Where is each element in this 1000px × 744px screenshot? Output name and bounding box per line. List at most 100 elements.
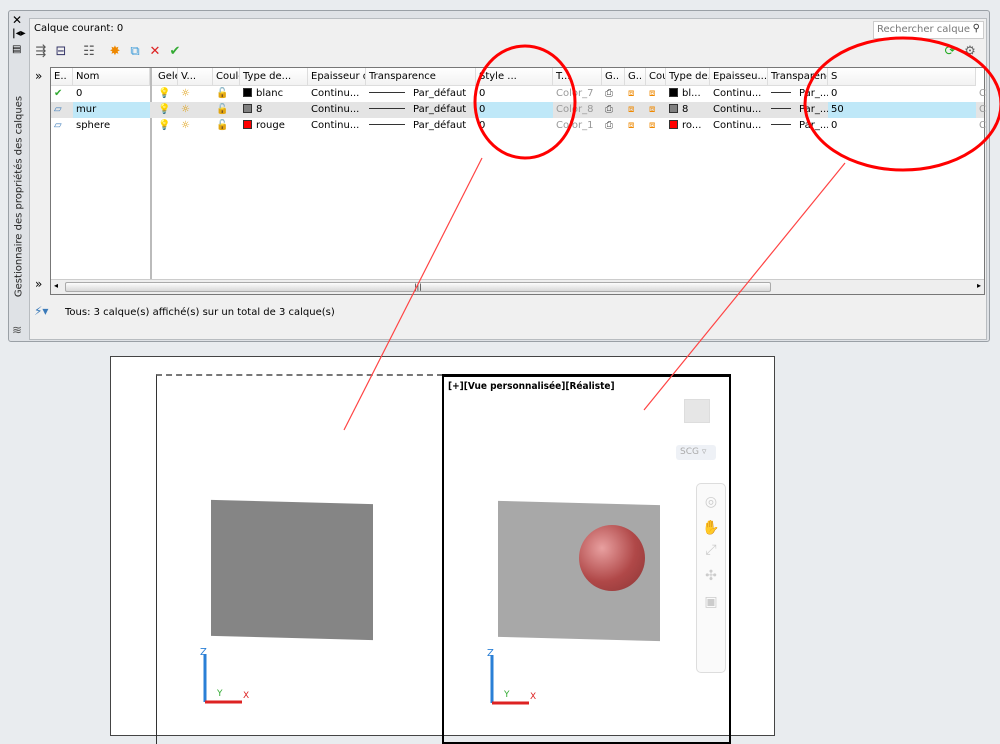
linetype-cell[interactable]: Continu... (308, 118, 366, 134)
column-header[interactable]: Epaisseu... (710, 68, 768, 86)
column-header[interactable]: Coul... (646, 68, 666, 86)
new-vp-frozen-layer-icon[interactable]: ⧉ (126, 44, 144, 59)
status-cell[interactable]: ▱ (51, 118, 73, 134)
column-header[interactable]: Epaisseur de ligne (308, 68, 366, 86)
plot-printer-cell[interactable]: ⎙ (602, 86, 625, 102)
lineweight-cell[interactable]: Par_défaut (366, 86, 476, 102)
vp-linetype-cell[interactable]: Continu... (710, 118, 768, 134)
vp-transparency-cell[interactable]: 0 (828, 118, 976, 134)
on-bulb-cell[interactable]: 💡 (155, 102, 178, 118)
vp-freeze-cell[interactable]: ⧈ (646, 86, 666, 102)
thaw-sun-cell[interactable]: ☼ (178, 102, 213, 118)
status-cell[interactable]: ▱ (51, 102, 73, 118)
column-header[interactable]: G.. (602, 68, 625, 86)
vp-freeze-cell[interactable]: ⧈ (625, 86, 646, 102)
transparency-cell[interactable]: 0 (476, 86, 553, 102)
s-cell[interactable]: C (976, 102, 993, 118)
name-cell[interactable]: sphere (73, 118, 150, 134)
color-cell[interactable]: rouge (240, 118, 308, 134)
column-header[interactable]: E.. (51, 68, 73, 86)
column-header[interactable]: V... (178, 68, 213, 86)
unlock-cell[interactable]: 🔓 (213, 86, 240, 102)
column-header[interactable]: Style ... (476, 68, 553, 86)
viewport-right[interactable]: [+][Vue personnalisée][Réaliste] SCG ▿ ◎… (442, 374, 731, 744)
name-cell[interactable]: mur (73, 102, 150, 118)
linetype-cell[interactable]: Continu... (308, 102, 366, 118)
transparency-cell[interactable]: 0 (476, 118, 553, 134)
vp-lineweight-cell[interactable]: Par_... (768, 118, 828, 134)
properties-icon[interactable]: ▤ (12, 44, 21, 55)
layer-row-mur[interactable]: ▱ mur 💡 ☼ 🔓 8 Continu... Par_défaut 0 Color_8 ⎙ ⧈ ⧈ 8… (51, 102, 986, 118)
showmotion-icon[interactable]: ▣ (697, 594, 725, 610)
on-bulb-cell[interactable]: 💡 (155, 86, 178, 102)
vp-transparency-cell[interactable]: 0 (828, 86, 976, 102)
vp-freeze-cell[interactable]: ⧈ (625, 118, 646, 134)
refresh-icon[interactable]: ⟳ (941, 44, 959, 59)
column-header[interactable]: Couleur (213, 68, 240, 86)
new-property-filter-icon[interactable]: ⇶ (32, 44, 50, 59)
transparency-cell[interactable]: 0 (476, 102, 553, 118)
vp-lineweight-cell[interactable]: Par_... (768, 102, 828, 118)
plotstyle-cell[interactable]: Color_8 (553, 102, 602, 118)
column-header[interactable]: Type de... (240, 68, 308, 86)
plotstyle-cell[interactable]: Color_7 (553, 86, 602, 102)
plot-printer-cell[interactable]: ⎙ (602, 102, 625, 118)
new-group-filter-icon[interactable]: ⊟ (52, 44, 70, 59)
search-icon[interactable]: ⚲ (973, 23, 980, 34)
unlock-cell[interactable]: 🔓 (213, 102, 240, 118)
viewport-label[interactable]: [+][Vue personnalisée][Réaliste] (448, 381, 615, 392)
column-header[interactable]: Transparence (366, 68, 476, 86)
on-bulb-cell[interactable]: 💡 (155, 118, 178, 134)
vp-color-cell[interactable]: 8 (666, 102, 710, 118)
s-cell[interactable]: C (976, 86, 993, 102)
vp-color-cell[interactable]: ro... (666, 118, 710, 134)
unlock-cell[interactable]: 🔓 (213, 118, 240, 134)
expand-filter-icon[interactable]: » (35, 277, 42, 291)
plot-printer-cell[interactable]: ⎙ (602, 118, 625, 134)
color-cell[interactable]: blanc (240, 86, 308, 102)
expand-filter-icon[interactable]: » (35, 69, 42, 83)
lineweight-cell[interactable]: Par_défaut (366, 102, 476, 118)
column-header[interactable]: G.. (625, 68, 646, 86)
thaw-sun-cell[interactable]: ☼ (178, 118, 213, 134)
ucs-menu[interactable]: SCG ▿ (676, 445, 716, 460)
close-icon[interactable]: ✕ (12, 13, 22, 27)
vp-freeze-cell[interactable]: ⧈ (625, 102, 646, 118)
pan-icon[interactable]: ✋ (697, 520, 725, 536)
s-cell[interactable]: C (976, 118, 993, 134)
column-header[interactable]: T... (553, 68, 602, 86)
invert-filter-icon[interactable]: ⚡▾ (34, 304, 48, 318)
new-layer-icon[interactable]: ✸ (106, 44, 124, 59)
column-header[interactable]: Transparence de la fenêtre (768, 68, 828, 86)
settings-icon[interactable]: ⚙ (961, 44, 979, 59)
thaw-sun-cell[interactable]: ☼ (178, 86, 213, 102)
vp-color-cell[interactable]: bl... (666, 86, 710, 102)
column-header[interactable]: Type de... (666, 68, 710, 86)
vp-freeze-cell[interactable]: ⧈ (646, 118, 666, 134)
search-layer-input[interactable]: Rechercher calque ⚲ (873, 21, 984, 39)
horizontal-scrollbar[interactable]: ◂ ||| ▸ (51, 279, 984, 294)
color-cell[interactable]: 8 (240, 102, 308, 118)
vp-linetype-cell[interactable]: Continu... (710, 102, 768, 118)
zoom-icon[interactable]: ⤢ (697, 542, 725, 558)
delete-layer-icon[interactable]: ✕ (146, 44, 164, 59)
plotstyle-cell[interactable]: Color_1 (553, 118, 602, 134)
vp-lineweight-cell[interactable]: Par_... (768, 86, 828, 102)
vp-freeze-cell[interactable]: ⧈ (646, 102, 666, 118)
scroll-right-icon[interactable]: ▸ (977, 281, 981, 290)
scrollbar-thumb[interactable]: ||| (65, 282, 771, 292)
auto-hide-icon[interactable]: |◂▸ (12, 28, 26, 39)
vp-transparency-cell[interactable]: 50 (828, 102, 976, 118)
orbit-icon[interactable]: ✣ (697, 568, 725, 584)
steering-wheel-icon[interactable]: ◎ (697, 494, 725, 510)
layer-states-icon[interactable]: ☷ (80, 44, 98, 59)
column-header[interactable]: S (828, 68, 976, 86)
scroll-left-icon[interactable]: ◂ (54, 281, 58, 290)
viewcube-icon[interactable] (684, 399, 710, 423)
layer-row-0[interactable]: ✔ 0 💡 ☼ 🔓 blanc Continu... Par_défaut 0 Color_7 ⎙ ⧈… (51, 86, 986, 102)
linetype-cell[interactable]: Continu... (308, 86, 366, 102)
column-header[interactable]: Geler (155, 68, 178, 86)
column-header[interactable]: Nom (73, 68, 150, 86)
layer-row-sphere[interactable]: ▱ sphere 💡 ☼ 🔓 rouge Continu... Par_défaut 0 Colo… (51, 118, 986, 134)
name-cell[interactable]: 0 (73, 86, 150, 102)
